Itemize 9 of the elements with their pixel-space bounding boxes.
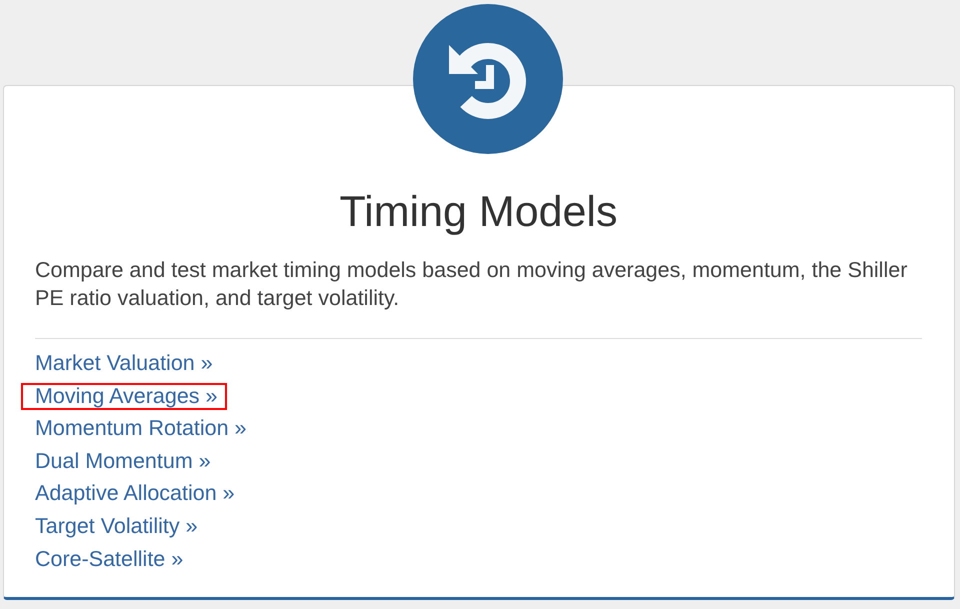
model-link[interactable]: Core-Satellite » [35, 542, 184, 576]
model-link[interactable]: Moving Averages » [35, 380, 218, 412]
model-link[interactable]: Momentum Rotation » [35, 412, 247, 445]
model-link[interactable]: Market Valuation » [35, 347, 213, 380]
model-link[interactable]: Target Volatility » [35, 510, 198, 543]
model-link[interactable]: Adaptive Allocation » [35, 477, 235, 510]
card-title: Timing Models [338, 189, 618, 236]
model-link[interactable]: Dual Momentum » [35, 444, 211, 478]
card-description: Compare and test market timing models based on moving averages, momentum, the Shiller PE ratio valuation, and target volatility. [35, 257, 908, 312]
